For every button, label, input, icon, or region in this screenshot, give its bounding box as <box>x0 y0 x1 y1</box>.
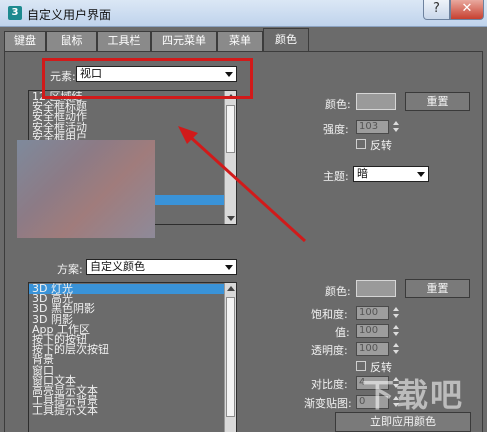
annotation-arrow-icon <box>178 126 307 243</box>
watermark-text: 下载吧 <box>362 376 465 414</box>
